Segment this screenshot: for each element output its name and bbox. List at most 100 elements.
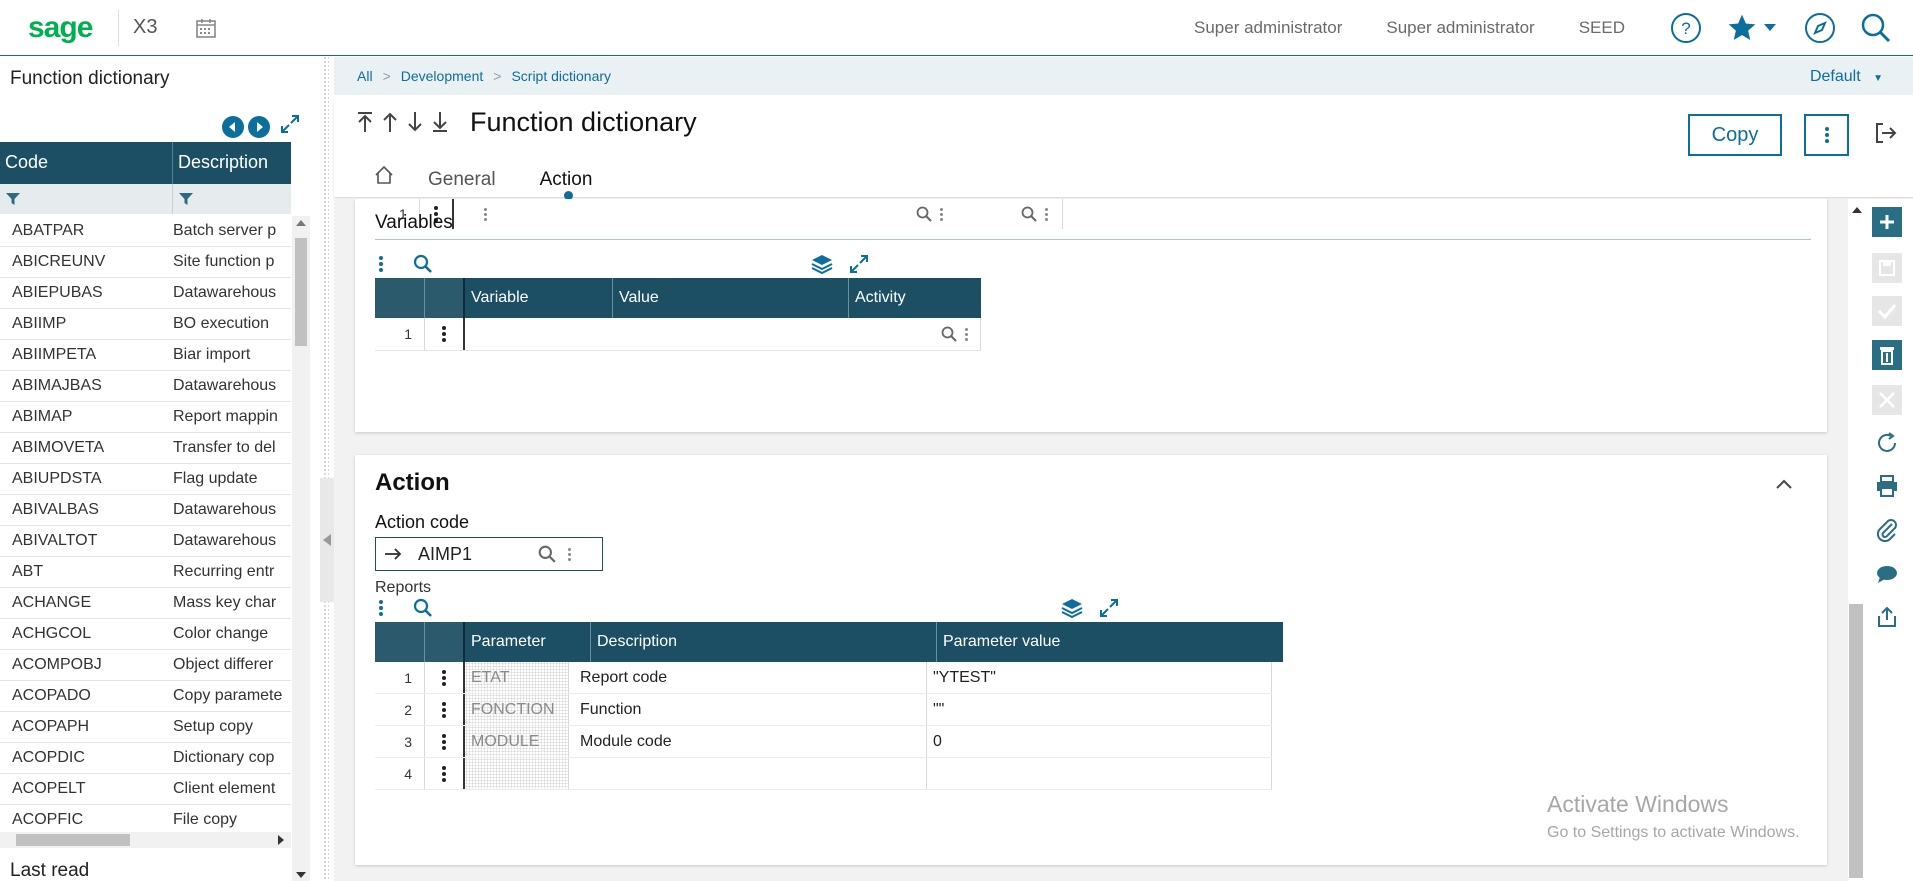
- more-vertical-icon[interactable]: [940, 207, 944, 221]
- previous-record-icon[interactable]: [381, 111, 399, 133]
- default-view-dropdown[interactable]: Default ▼: [1810, 68, 1883, 86]
- list-item[interactable]: ABIIMPETA Biar import: [0, 340, 291, 371]
- scroll-thumb[interactable]: [295, 238, 307, 346]
- star-icon[interactable]: [1725, 11, 1759, 45]
- search-icon[interactable]: [538, 545, 556, 563]
- comment-icon[interactable]: [1872, 559, 1902, 589]
- grid-cell[interactable]: [837, 199, 950, 229]
- list-item[interactable]: ACHGCOL Color change: [0, 619, 291, 650]
- attachment-icon[interactable]: [1872, 515, 1902, 545]
- left-grid-horizontal-scrollbar[interactable]: [0, 832, 291, 848]
- grid-menu-icon[interactable]: [379, 256, 383, 272]
- help-icon[interactable]: ?: [1669, 11, 1703, 45]
- function-code[interactable]: ACOPAPH: [0, 718, 173, 736]
- function-code[interactable]: ABIEPUBAS: [0, 284, 173, 302]
- list-item[interactable]: ABATPAR Batch server p: [0, 216, 291, 247]
- grid-menu-icon[interactable]: [379, 600, 383, 616]
- refresh-icon[interactable]: [1872, 428, 1902, 458]
- search-icon[interactable]: [413, 598, 433, 618]
- function-code[interactable]: ABIMAP: [0, 408, 173, 426]
- close-icon[interactable]: [1872, 385, 1902, 415]
- collapse-section-icon[interactable]: [1775, 477, 1793, 495]
- last-record-icon[interactable]: [431, 111, 449, 133]
- breadcrumb-development[interactable]: Development: [401, 68, 484, 84]
- column-header-activity[interactable]: Activity: [849, 278, 981, 318]
- grid-cell[interactable]: [465, 318, 981, 350]
- list-item[interactable]: ABIMAP Report mappin: [0, 402, 291, 433]
- scroll-thumb[interactable]: [1849, 604, 1863, 878]
- more-vertical-icon[interactable]: [965, 327, 968, 341]
- parameter-value-cell[interactable]: "YTEST": [926, 662, 1272, 693]
- user-role[interactable]: Super administrator: [1194, 18, 1342, 38]
- print-icon[interactable]: [1872, 471, 1902, 501]
- function-description[interactable]: File copy: [173, 811, 291, 829]
- list-item[interactable]: ABIVALBAS Datawarehous: [0, 495, 291, 526]
- function-description[interactable]: Color change: [173, 625, 291, 643]
- expand-icon[interactable]: [849, 254, 869, 274]
- parameter-value-cell[interactable]: "": [926, 694, 1272, 725]
- row-menu[interactable]: [425, 694, 465, 725]
- layers-icon[interactable]: [811, 254, 833, 274]
- expand-icon[interactable]: [1099, 598, 1119, 618]
- tab-action[interactable]: Action: [540, 169, 592, 200]
- function-description[interactable]: Client element: [173, 780, 291, 798]
- list-item[interactable]: ABIMAJBAS Datawarehous: [0, 371, 291, 402]
- list-item[interactable]: ABIVALTOT Datawarehous: [0, 526, 291, 557]
- function-code[interactable]: ACOPELT: [0, 780, 173, 798]
- row-menu[interactable]: [425, 758, 465, 789]
- row-menu[interactable]: [425, 318, 465, 350]
- column-header-description[interactable]: Description: [591, 622, 937, 662]
- list-item[interactable]: ABIMOVETA Transfer to del: [0, 433, 291, 464]
- function-code[interactable]: ACOPDIC: [0, 749, 173, 767]
- tab-general[interactable]: General: [428, 169, 496, 191]
- scroll-up-icon[interactable]: [296, 220, 306, 226]
- list-item[interactable]: ABIEPUBAS Datawarehous: [0, 278, 291, 309]
- row-menu[interactable]: [425, 662, 465, 693]
- search-icon[interactable]: [1859, 11, 1893, 45]
- search-icon[interactable]: [916, 206, 932, 222]
- function-code[interactable]: ACOPADO: [0, 687, 173, 705]
- function-description[interactable]: Copy paramete: [173, 687, 291, 705]
- list-item[interactable]: ACOPAPH Setup copy: [0, 712, 291, 743]
- user-name[interactable]: Super administrator: [1386, 18, 1534, 38]
- collapse-panel-handle[interactable]: [320, 478, 334, 602]
- column-header-parameter[interactable]: Parameter: [465, 622, 591, 662]
- function-description[interactable]: Flag update: [173, 470, 291, 488]
- breadcrumb-script-dictionary[interactable]: Script dictionary: [511, 68, 611, 84]
- list-item[interactable]: ABT Recurring entr: [0, 557, 291, 588]
- parameter-value-cell[interactable]: 0: [926, 726, 1272, 757]
- grid-cell[interactable]: [949, 199, 1063, 229]
- list-item[interactable]: ACOMPOBJ Object differer: [0, 650, 291, 681]
- parameter-value-cell[interactable]: [926, 758, 1272, 789]
- function-code[interactable]: ACHGCOL: [0, 625, 173, 643]
- check-icon[interactable]: [1872, 296, 1902, 326]
- list-item[interactable]: ACOPELT Client element: [0, 774, 291, 805]
- column-header-code[interactable]: Code: [0, 142, 173, 184]
- function-description[interactable]: Recurring entr: [173, 563, 291, 581]
- filter-icon[interactable]: [173, 184, 291, 214]
- function-description[interactable]: BO execution: [173, 315, 291, 333]
- arrow-right-icon[interactable]: [384, 547, 402, 561]
- function-code[interactable]: ABIMAJBAS: [0, 377, 173, 395]
- function-description[interactable]: Datawarehous: [173, 501, 291, 519]
- action-code-field[interactable]: AIMP1: [375, 537, 603, 571]
- breadcrumb-all[interactable]: All: [357, 68, 373, 84]
- function-description[interactable]: Datawarehous: [173, 377, 291, 395]
- more-vertical-icon[interactable]: [1044, 207, 1048, 221]
- grid-cell[interactable]: [454, 199, 836, 229]
- function-description[interactable]: Datawarehous: [173, 532, 291, 550]
- scroll-thumb[interactable]: [16, 834, 130, 846]
- row-menu[interactable]: [425, 726, 465, 757]
- function-code[interactable]: ABATPAR: [0, 222, 173, 240]
- function-code[interactable]: ABICREUNV: [0, 253, 173, 271]
- copy-button[interactable]: Copy: [1688, 114, 1782, 156]
- panel-resize-handle[interactable]: [323, 56, 329, 881]
- list-item[interactable]: ABIIMP BO execution: [0, 309, 291, 340]
- function-description[interactable]: Object differer: [173, 656, 291, 674]
- function-description[interactable]: Biar import: [173, 346, 291, 364]
- more-actions-button[interactable]: [1804, 114, 1849, 156]
- add-icon[interactable]: [1872, 207, 1902, 237]
- list-item[interactable]: ABIUPDSTA Flag update: [0, 464, 291, 495]
- function-description[interactable]: Report mappin: [173, 408, 291, 426]
- function-description[interactable]: Datawarehous: [173, 284, 291, 302]
